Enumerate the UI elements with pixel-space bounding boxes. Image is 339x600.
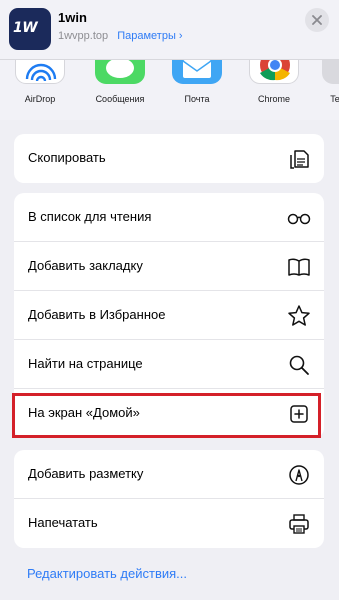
share-target-mail[interactable]: Почта — [167, 60, 227, 120]
action-label: Добавить закладку — [28, 258, 143, 273]
share-target-messages[interactable]: Сообщения — [90, 60, 150, 120]
printer-icon — [286, 511, 312, 537]
options-link[interactable]: Параметры › — [117, 30, 182, 42]
close-button[interactable] — [305, 8, 329, 32]
app-logo: 1W — [9, 8, 51, 50]
add-square-icon — [286, 401, 312, 427]
action-add-markup[interactable]: Добавить разметку — [14, 450, 324, 499]
action-label: Добавить в Избранное — [28, 307, 166, 322]
messages-icon — [95, 60, 145, 84]
action-label: Найти на странице — [28, 356, 143, 371]
glasses-icon — [286, 205, 312, 231]
share-target-label: Сообщения — [95, 94, 145, 104]
action-label: В список для чтения — [28, 209, 152, 224]
share-targets-row: AirDrop Сообщения Почта Chrome Te — [0, 60, 339, 120]
page-subtitle: 1wvpp.top Параметры › — [58, 30, 183, 42]
share-target-label: AirDrop — [24, 94, 56, 104]
share-sheet-header: 1W 1win 1wvpp.top Параметры › — [0, 0, 339, 60]
airdrop-icon — [15, 60, 65, 84]
mail-icon — [172, 60, 222, 84]
share-target-airdrop[interactable]: AirDrop — [10, 60, 70, 120]
action-add-to-home-screen[interactable]: На экран «Домой» — [14, 389, 324, 438]
actions-group-other: Добавить разметку Напечатать — [14, 450, 324, 548]
action-add-favorites[interactable]: Добавить в Избранное — [14, 291, 324, 340]
close-icon — [312, 15, 322, 25]
page-title: 1win — [58, 10, 87, 25]
action-label: Напечатать — [28, 515, 98, 530]
share-target-more-app[interactable]: Te — [317, 60, 339, 120]
actions-group-page: В список для чтения Добавить закладку До… — [14, 193, 324, 438]
page-domain: 1wvpp.top — [58, 30, 109, 42]
edit-actions-link[interactable]: Редактировать действия... — [27, 566, 187, 581]
copy-icon — [286, 146, 312, 172]
app-logo-text: 1W — [13, 20, 38, 36]
share-target-label: Te — [330, 94, 339, 104]
app-icon — [322, 60, 339, 84]
action-copy[interactable]: Скопировать — [14, 134, 324, 183]
action-label: Скопировать — [28, 150, 106, 165]
action-print[interactable]: Напечатать — [14, 499, 324, 548]
action-find-on-page[interactable]: Найти на странице — [14, 340, 324, 389]
share-target-chrome[interactable]: Chrome — [244, 60, 304, 120]
action-label: Добавить разметку — [28, 466, 144, 481]
share-target-label: Почта — [184, 94, 210, 104]
action-label: На экран «Домой» — [28, 405, 140, 420]
markup-icon — [286, 462, 312, 488]
search-icon — [286, 352, 312, 378]
action-reading-list[interactable]: В список для чтения — [14, 193, 324, 242]
actions-group-copy: Скопировать — [14, 134, 324, 183]
action-add-bookmark[interactable]: Добавить закладку — [14, 242, 324, 291]
star-icon — [286, 303, 312, 329]
chrome-icon — [249, 60, 299, 84]
book-icon — [286, 254, 312, 280]
